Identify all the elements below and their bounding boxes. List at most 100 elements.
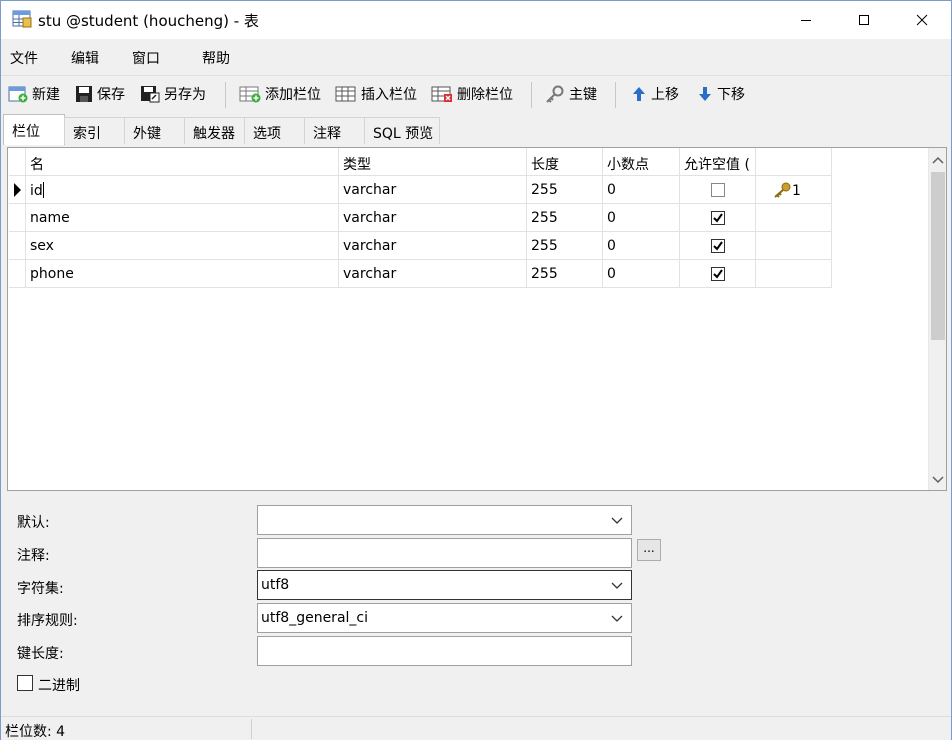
tab-triggers[interactable]: 触发器 xyxy=(184,117,245,144)
new-table-icon xyxy=(8,86,28,103)
header-type[interactable]: 类型 xyxy=(339,148,527,176)
nullable-checkbox[interactable] xyxy=(711,211,725,225)
cell-field-key[interactable] xyxy=(756,204,832,232)
add-field-label: 添加栏位 xyxy=(265,87,321,103)
toolbar-separator xyxy=(225,82,226,108)
header-nullable[interactable]: 允许空值 ( xyxy=(680,148,756,176)
tab-options[interactable]: 选项 xyxy=(244,117,305,144)
maximize-icon xyxy=(859,15,869,25)
row-indicator xyxy=(9,204,26,232)
cell-field-type[interactable]: varchar xyxy=(339,204,527,232)
nullable-checkbox[interactable] xyxy=(711,239,725,253)
maximize-button[interactable] xyxy=(835,1,893,39)
save-as-button[interactable]: 另存为 xyxy=(140,82,206,106)
move-up-button[interactable]: 上移 xyxy=(631,82,679,106)
save-button-label: 保存 xyxy=(97,87,125,103)
menu-help[interactable]: 帮助 xyxy=(202,48,230,68)
save-button[interactable]: 保存 xyxy=(75,82,125,106)
header-decimals[interactable]: 小数点 xyxy=(603,148,680,176)
cell-field-decimals[interactable]: 0 xyxy=(603,204,680,232)
text-cursor xyxy=(42,182,44,198)
minimize-icon xyxy=(801,20,811,21)
tab-comment[interactable]: 注释 xyxy=(304,117,365,144)
cell-field-decimals[interactable]: 0 xyxy=(603,232,680,260)
save-icon xyxy=(76,86,92,102)
cell-field-nullable[interactable] xyxy=(680,204,756,232)
tab-sql-preview[interactable]: SQL 预览 xyxy=(364,117,440,144)
move-down-label: 下移 xyxy=(717,87,745,103)
title-bar: stu @student (houcheng) - 表 xyxy=(1,1,951,39)
row-indicator xyxy=(9,176,26,204)
binary-label: 二进制 xyxy=(38,678,80,694)
key-length-input[interactable] xyxy=(257,636,632,666)
header-name[interactable]: 名 xyxy=(26,148,339,176)
delete-field-icon xyxy=(431,86,452,102)
tab-fields[interactable]: 栏位 xyxy=(3,114,65,145)
scroll-down-icon[interactable] xyxy=(931,474,945,484)
scroll-up-icon[interactable] xyxy=(931,156,945,166)
cell-field-type[interactable]: varchar xyxy=(339,260,527,288)
cell-field-key[interactable] xyxy=(756,260,832,288)
save-as-icon xyxy=(141,86,160,103)
current-row-arrow-icon xyxy=(14,183,21,197)
cell-field-name[interactable]: id xyxy=(26,176,339,204)
tab-strip: 栏位 索引 外键 触发器 选项 注释 SQL 预览 xyxy=(1,113,951,145)
cell-field-type[interactable]: varchar xyxy=(339,176,527,204)
save-as-button-label: 另存为 xyxy=(164,87,206,103)
default-label: 默认: xyxy=(17,515,50,531)
cell-field-decimals[interactable]: 0 xyxy=(603,176,680,204)
close-icon xyxy=(916,14,928,26)
menu-window[interactable]: 窗口 xyxy=(132,48,160,68)
cell-field-length[interactable]: 255 xyxy=(527,232,603,260)
cell-field-decimals[interactable]: 0 xyxy=(603,260,680,288)
table-app-icon xyxy=(12,10,32,28)
cell-field-name[interactable]: name xyxy=(26,204,339,232)
cell-field-length[interactable]: 255 xyxy=(527,204,603,232)
arrow-down-icon xyxy=(699,87,711,101)
comment-label: 注释: xyxy=(17,548,50,564)
header-key[interactable] xyxy=(756,148,832,176)
comment-edit-button[interactable]: ... xyxy=(637,539,661,561)
nullable-checkbox[interactable] xyxy=(711,183,725,197)
tab-foreign-keys[interactable]: 外键 xyxy=(124,117,185,144)
nullable-checkbox[interactable] xyxy=(711,267,725,281)
header-length[interactable]: 长度 xyxy=(527,148,603,176)
minimize-button[interactable] xyxy=(777,1,835,39)
scrollbar-thumb[interactable] xyxy=(931,172,945,340)
cell-field-length[interactable]: 255 xyxy=(527,176,603,204)
cell-field-nullable[interactable] xyxy=(680,260,756,288)
primary-key-label: 主键 xyxy=(569,87,597,103)
fields-grid: 名 类型 长度 小数点 允许空值 ( id varchar 255 0 1 na… xyxy=(7,147,947,491)
menu-edit[interactable]: 编辑 xyxy=(71,48,99,68)
status-bar: 栏位数: 4 xyxy=(1,716,951,740)
insert-field-icon xyxy=(335,86,356,102)
insert-field-button[interactable]: 插入栏位 xyxy=(335,82,417,106)
comment-input[interactable] xyxy=(257,538,632,568)
menu-file[interactable]: 文件 xyxy=(10,48,38,68)
cell-field-type[interactable]: varchar xyxy=(339,232,527,260)
key-order-text: 1 xyxy=(792,183,801,199)
binary-checkbox[interactable] xyxy=(17,675,33,691)
default-dropdown[interactable] xyxy=(257,505,632,535)
delete-field-button[interactable]: 删除栏位 xyxy=(431,82,513,106)
new-button[interactable]: 新建 xyxy=(8,82,60,106)
tab-indexes[interactable]: 索引 xyxy=(64,117,125,144)
cell-field-key[interactable] xyxy=(756,232,832,260)
cell-field-nullable[interactable] xyxy=(680,176,756,204)
insert-field-label: 插入栏位 xyxy=(361,87,417,103)
cell-field-key[interactable]: 1 xyxy=(756,176,832,204)
add-field-icon xyxy=(239,86,261,103)
charset-dropdown[interactable]: utf8 xyxy=(257,570,632,600)
cell-field-nullable[interactable] xyxy=(680,232,756,260)
collation-dropdown[interactable]: utf8_general_ci xyxy=(257,603,632,633)
cell-field-name[interactable]: phone xyxy=(26,260,339,288)
cell-field-name[interactable]: sex xyxy=(26,232,339,260)
close-button[interactable] xyxy=(893,1,951,39)
checkmark-icon xyxy=(713,241,723,251)
add-field-button[interactable]: 添加栏位 xyxy=(239,82,321,106)
cell-field-length[interactable]: 255 xyxy=(527,260,603,288)
primary-key-button[interactable]: 主键 xyxy=(545,82,597,106)
toolbar: 新建 保存 另存为 添加栏位 插入栏位 删除栏位 主键 上移 下移 xyxy=(1,75,951,111)
grid-vertical-scrollbar[interactable] xyxy=(928,148,946,490)
move-down-button[interactable]: 下移 xyxy=(697,82,745,106)
